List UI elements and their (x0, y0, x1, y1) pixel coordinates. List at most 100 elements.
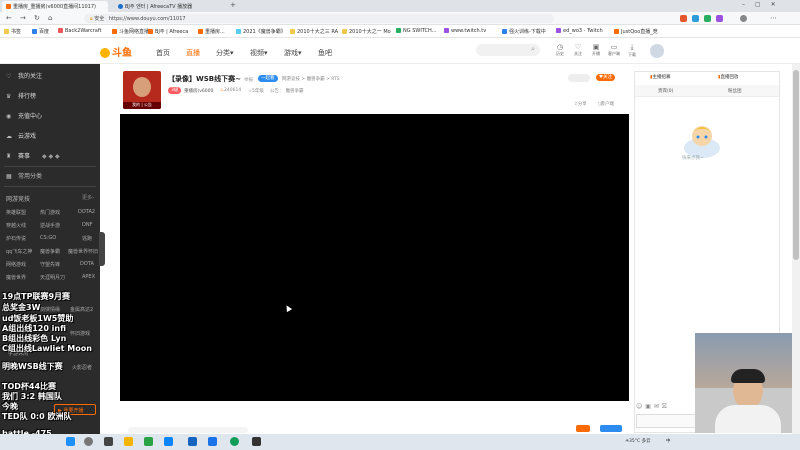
app-icon[interactable] (208, 437, 217, 446)
reload-icon[interactable]: ↻ (34, 14, 40, 22)
category-item[interactable]: DNF (82, 222, 92, 228)
category-item[interactable]: 守望先锋 (40, 261, 60, 268)
category-item[interactable]: APEX (82, 274, 95, 280)
bookmark-item[interactable]: 书签 (4, 28, 21, 35)
chrome-icon[interactable] (230, 437, 239, 446)
sidebar-item-cloudgame[interactable]: ☁ 云游戏 (6, 131, 36, 140)
sidebar-item-recharge[interactable]: ◉ 充值中心 (6, 111, 42, 120)
nav-video[interactable]: 视频▾ (250, 48, 268, 58)
extension-icon[interactable] (692, 15, 699, 22)
search-icon[interactable] (84, 437, 93, 446)
url-input[interactable]: 🔒︎ 安全 https://www.douyu.com/11017 (84, 14, 554, 23)
bookmark-item[interactable]: 2010十大之一 Mo (342, 28, 391, 35)
category-item[interactable]: 逆战手游 (40, 222, 60, 229)
profile-icon[interactable] (740, 15, 747, 22)
bookmark-item[interactable]: 强火训练-下载中 (502, 28, 546, 35)
bookmark-item[interactable]: NG SWITCH... (396, 28, 437, 34)
category-item[interactable]: 穿越火线 (6, 222, 26, 229)
start-icon[interactable] (66, 437, 75, 446)
wechat-icon[interactable] (144, 437, 153, 446)
streamer-name[interactable]: 重播房(v6000 (184, 88, 213, 94)
sidebar-item-ranking[interactable]: ♛ 排行榜 (6, 91, 36, 100)
bookmark-item[interactable]: 百度 (32, 28, 49, 35)
category-item[interactable]: CS:GO (40, 235, 56, 241)
bookmark-item[interactable]: 斗鱼网络直播 (112, 28, 149, 35)
bookmark-item[interactable]: 重播房... (198, 28, 225, 35)
share-button[interactable]: ⇪分享 (574, 101, 587, 107)
sidebar-item-esports[interactable]: ♜ 赛事 ◆ ◆ ◆ (6, 151, 60, 160)
forward-icon[interactable]: → (20, 14, 26, 22)
new-tab-icon[interactable]: + (230, 1, 236, 9)
tab-vip[interactable]: 贵宾(0) (658, 88, 673, 94)
douyu-logo[interactable]: 斗鱼 (100, 44, 132, 59)
tab-replay[interactable]: ▮直播回放 (718, 74, 738, 80)
edge-icon[interactable] (164, 437, 173, 446)
tab-fanclub[interactable]: 粉丝团 (728, 88, 742, 94)
weather-widget[interactable]: ☀35°C 多云 (625, 438, 651, 444)
toggle-switch[interactable] (568, 74, 590, 82)
window-controls[interactable]: –▢✕ (742, 1, 786, 8)
bookmark-item[interactable]: 2010十大之三 RA (290, 28, 338, 35)
gift-button[interactable] (576, 425, 590, 432)
extension-icon[interactable] (680, 15, 687, 22)
explorer-icon[interactable] (124, 437, 133, 446)
nav-category[interactable]: 分类▾ (216, 48, 234, 58)
client-button[interactable]: ▭ 客户端 (606, 43, 622, 57)
category-item[interactable]: DOTA2 (78, 209, 95, 215)
chat-tools[interactable]: ☺▣✉⛝ (636, 403, 670, 411)
sidebar-more-link[interactable]: 更多› (82, 194, 94, 201)
category-item[interactable]: 魔兽世界怀旧 (68, 248, 98, 255)
streamer-avatar[interactable]: 我的 | 公告 (123, 71, 161, 109)
app-icon[interactable] (188, 437, 197, 446)
tab-recruit[interactable]: ▮主播招募 (650, 74, 670, 80)
start-stream-button[interactable]: ▣ 开播 (588, 43, 604, 57)
bookmark-item[interactable]: Back2Warcraft (58, 28, 101, 34)
category-item[interactable]: 怀旧游戏 (70, 330, 90, 337)
category-item[interactable]: 天涯明月刀 (40, 274, 65, 281)
category-item[interactable]: 逃跑 (82, 235, 92, 242)
client-link[interactable]: ▯客户端 (598, 101, 614, 107)
scrollbar-thumb[interactable] (793, 70, 799, 260)
recharge-button[interactable] (600, 425, 622, 432)
gift-bar[interactable] (128, 427, 248, 433)
sidebar-collapse-handle[interactable] (99, 232, 105, 266)
nav-yuba[interactable]: 鱼吧 (318, 48, 332, 58)
category-item[interactable]: 网络游戏 (6, 261, 26, 268)
tab-afreeca[interactable]: BJ주 엔터 | AfreecaTV 播放器 (114, 1, 224, 12)
bookmark-item[interactable]: BJ주 | Afreeca (148, 28, 188, 35)
tab-douyu[interactable]: 重播房_重播房(v6000直播间11017) (2, 1, 108, 12)
history-button[interactable]: ◷ 历史 (552, 43, 568, 57)
obs-icon[interactable] (252, 437, 261, 446)
bookmark-item[interactable]: 2021《魔兽争霸》 (236, 28, 286, 35)
category-item[interactable]: 剑侠情缘 (40, 306, 60, 313)
user-avatar[interactable] (650, 44, 664, 58)
nav-live[interactable]: 直播 (186, 48, 200, 58)
video-player[interactable] (120, 114, 629, 401)
bookmark-item[interactable]: ed_wo3 - Twitch (556, 28, 603, 34)
search-icon[interactable]: ⌕ (531, 45, 535, 54)
follow-button[interactable]: ♥关注 (596, 74, 616, 81)
sidebar-item-follow[interactable]: ♡ 我的关注 (6, 71, 42, 80)
follow-button[interactable]: ♡ 关注 (570, 43, 586, 57)
category-item[interactable]: 英雄联盟 (6, 209, 26, 216)
nav-home[interactable]: 首页 (156, 48, 170, 58)
extension-icon[interactable] (716, 15, 723, 22)
nav-game[interactable]: 游戏▾ (284, 48, 302, 58)
category-item[interactable]: 火影忍者 (72, 364, 92, 371)
category-item[interactable]: 炉石传说 (6, 235, 26, 242)
room-category[interactable]: 网游竞技 > 魔兽争霸 > RTS (282, 76, 340, 82)
category-item[interactable]: 热门游戏 (40, 209, 60, 216)
bookmark-item[interactable]: JustQoo直播_竞 (614, 28, 658, 35)
home-icon[interactable]: ⌂ (48, 14, 52, 22)
category-item[interactable]: 魔兽争霸 (40, 248, 60, 255)
task-view-icon[interactable] (104, 437, 113, 446)
watch-together-tag[interactable]: 一起看 (258, 75, 278, 82)
report-link[interactable]: 举报 (244, 78, 253, 83)
category-item[interactable]: 魔兽世界 (6, 274, 26, 281)
back-icon[interactable]: ← (6, 14, 12, 22)
category-item[interactable]: 金属高达2 (70, 306, 93, 313)
site-search-input[interactable]: ⌕ (476, 44, 540, 56)
bookmark-item[interactable]: www.twitch.tv (444, 28, 486, 34)
chat-input[interactable] (636, 414, 702, 428)
ime-indicator[interactable]: 中 (666, 438, 671, 444)
